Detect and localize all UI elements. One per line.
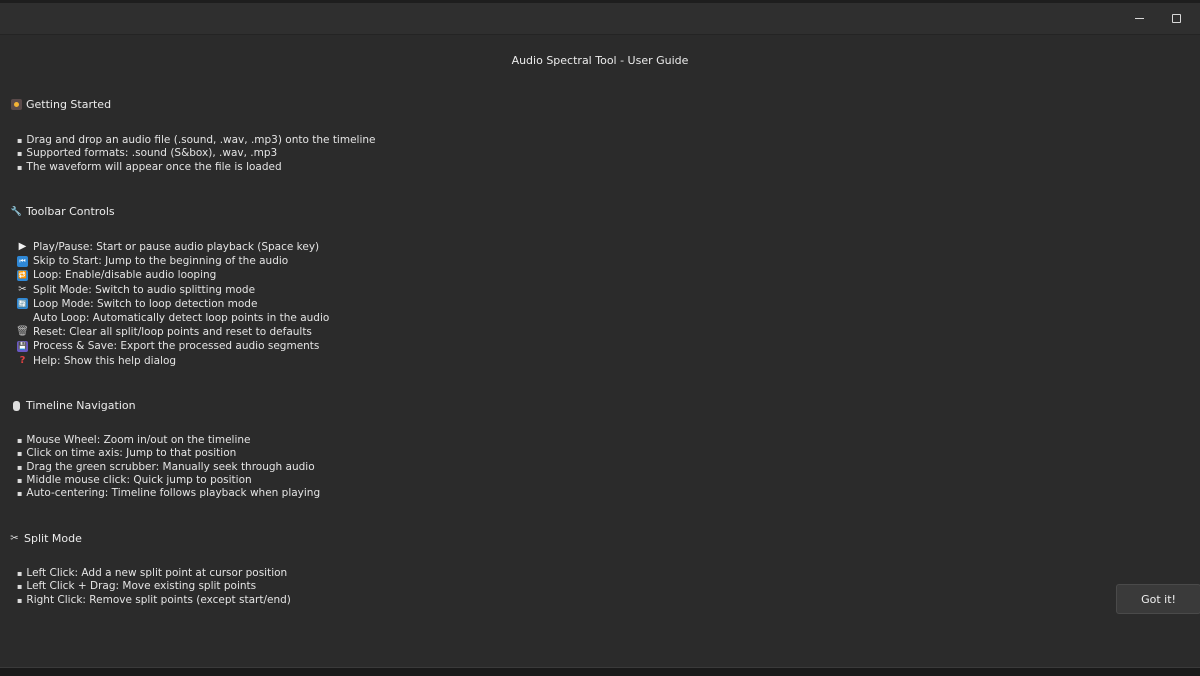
list-item: Mouse Wheel: Zoom in/out on the timeline [17, 434, 320, 447]
save-icon: 💾 [17, 340, 28, 352]
list-item-text: Split Mode: Switch to audio splitting mo… [33, 283, 256, 296]
play-icon: ▶ [18, 241, 27, 252]
list-item-text: Help: Show this help dialog [33, 354, 177, 367]
list-item: Left Click + Drag: Move existing split p… [17, 580, 291, 593]
list-item-text: Loop Mode: Switch to loop detection mode [33, 297, 258, 310]
list-item: Auto Loop: Automatically detect loop poi… [17, 311, 329, 325]
help-window: Audio Spectral Tool - User Guide Getting… [0, 0, 1200, 676]
section-heading-split-mode: ✂ Split Mode [9, 532, 82, 545]
list-item: 🗑 Reset: Clear all split/loop points and… [16, 325, 329, 339]
list-item-text: Loop: Enable/disable audio looping [33, 269, 217, 282]
wrench-icon: 🔧 [10, 206, 23, 217]
loop-mode-icon: 🔄 [17, 298, 28, 310]
getting-started-list: Drag and drop an audio file (.sound, .wa… [17, 134, 376, 174]
list-item: 🔁 Loop: Enable/disable audio looping [17, 268, 329, 282]
list-item-text: Skip to Start: Jump to the beginning of … [33, 255, 289, 268]
split-mode-list: Left Click: Add a new split point at cur… [17, 567, 291, 607]
list-item-text: Play/Pause: Start or pause audio playbac… [33, 241, 320, 253]
list-item: The waveform will appear once the file i… [17, 161, 376, 174]
list-item: 💾 Process & Save: Export the processed a… [17, 339, 329, 353]
record-icon [11, 99, 22, 110]
list-item: ⏮ Skip to Start: Jump to the beginning o… [17, 254, 329, 268]
minimize-icon [1134, 18, 1144, 19]
list-item: ✂ Split Mode: Switch to audio splitting … [17, 283, 329, 297]
auto-loop-icon [17, 313, 28, 324]
skip-start-icon: ⏮ [17, 255, 28, 267]
section-heading-getting-started: Getting Started [11, 98, 111, 111]
mouse-icon [11, 400, 22, 411]
maximize-button[interactable] [1153, 3, 1199, 34]
dialog-title: Audio Spectral Tool - User Guide [511, 54, 689, 67]
list-item: Drag the green scrubber: Manually seek t… [17, 461, 320, 474]
scissors-icon: ✂ [10, 533, 19, 544]
section-heading-label: Toolbar Controls [26, 205, 115, 218]
help-content: Audio Spectral Tool - User Guide Getting… [0, 35, 1200, 667]
list-item: Right Click: Remove split points (except… [17, 594, 290, 607]
help-icon: ? [19, 354, 26, 366]
list-item: ▶ Play/Pause: Start or pause audio playb… [17, 240, 329, 254]
list-item: Auto-centering: Timeline follows playbac… [17, 487, 320, 500]
list-item-text: Auto Loop: Automatically detect loop poi… [33, 311, 330, 324]
list-item: Supported formats: .sound (S&box), .wav,… [17, 147, 376, 160]
section-heading-timeline-navigation: Timeline Navigation [11, 399, 136, 412]
section-heading-label: Timeline Navigation [26, 399, 136, 412]
scissors-icon: ✂ [18, 283, 27, 295]
maximize-icon [1171, 14, 1181, 23]
trash-icon: 🗑 [16, 326, 29, 338]
list-item: 🔄 Loop Mode: Switch to loop detection mo… [17, 297, 329, 311]
list-item: Click on time axis: Jump to that positio… [17, 447, 320, 460]
section-heading-toolbar-controls: 🔧 Toolbar Controls [11, 205, 115, 218]
list-item: Drag and drop an audio file (.sound, .wa… [17, 134, 375, 147]
loop-icon: 🔁 [17, 269, 28, 281]
list-item: ? Help: Show this help dialog [17, 354, 329, 368]
list-item-text: Process & Save: Export the processed aud… [33, 340, 320, 353]
section-heading-label: Getting Started [26, 98, 112, 111]
list-item: Left Click: Add a new split point at cur… [17, 567, 291, 580]
list-item-text: Reset: Clear all split/loop points and r… [33, 326, 312, 339]
section-heading-label: Split Mode [24, 532, 82, 545]
toolbar-controls-list: ▶ Play/Pause: Start or pause audio playb… [16, 240, 329, 368]
got-it-button[interactable]: Got it! [1116, 584, 1200, 614]
title-bar[interactable] [0, 3, 1200, 35]
timeline-navigation-list: Mouse Wheel: Zoom in/out on the timeline… [17, 434, 320, 500]
list-item: Middle mouse click: Quick jump to positi… [17, 474, 320, 487]
